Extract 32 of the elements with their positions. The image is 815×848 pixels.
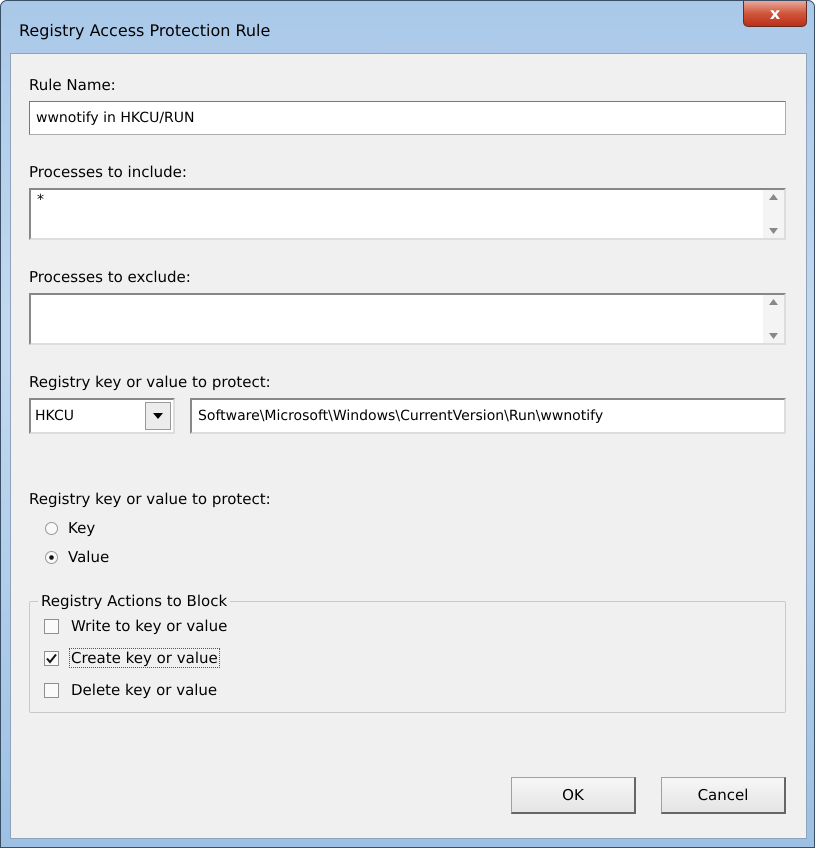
scroll-up-icon[interactable] <box>769 299 778 305</box>
scroll-down-icon[interactable] <box>769 333 778 339</box>
close-button[interactable]: x <box>743 1 807 27</box>
field-label: Processes to include: <box>29 163 188 181</box>
scroll-bar[interactable] <box>763 190 784 238</box>
checkbox[interactable] <box>44 650 59 666</box>
exclude-processes-field[interactable] <box>29 293 786 345</box>
radio-button[interactable] <box>45 522 58 534</box>
window-title: Registry Access Protection Rule <box>19 21 270 40</box>
checkbox-label[interactable]: Write to key or value <box>69 616 230 636</box>
radio-label[interactable]: Value <box>68 548 110 566</box>
key-path-field[interactable]: Software\Microsoft\Windows\CurrentVersion\Run\wwnotify <box>190 398 786 434</box>
scroll-bar[interactable] <box>763 295 784 343</box>
checkbox-label[interactable]: Create key or value <box>69 648 220 668</box>
root-key-dropdown[interactable]: HKCU <box>29 398 175 434</box>
field-label: Registry key or value to protect: <box>29 490 272 508</box>
dialog-button[interactable]: Cancel <box>661 777 786 814</box>
rule-name-field[interactable]: wwnotify in HKCU/RUN <box>29 101 786 135</box>
scroll-up-icon[interactable] <box>769 194 778 200</box>
dropdown-arrow-icon <box>153 413 163 419</box>
radio-label[interactable]: Key <box>68 519 96 537</box>
field-label: Processes to exclude: <box>29 268 192 286</box>
checkbox[interactable] <box>44 618 59 634</box>
checkbox-label[interactable]: Delete key or value <box>69 680 220 700</box>
include-processes-field[interactable]: * <box>29 188 786 240</box>
scroll-down-icon[interactable] <box>769 228 778 234</box>
dialog-button[interactable]: OK <box>511 777 636 814</box>
radio-button[interactable] <box>45 550 58 564</box>
field-label: Registry key or value to protect: <box>29 373 272 391</box>
field-label: Rule Name: <box>29 76 117 94</box>
group-title: Registry Actions to Block <box>40 592 228 610</box>
checkbox[interactable] <box>44 682 59 698</box>
